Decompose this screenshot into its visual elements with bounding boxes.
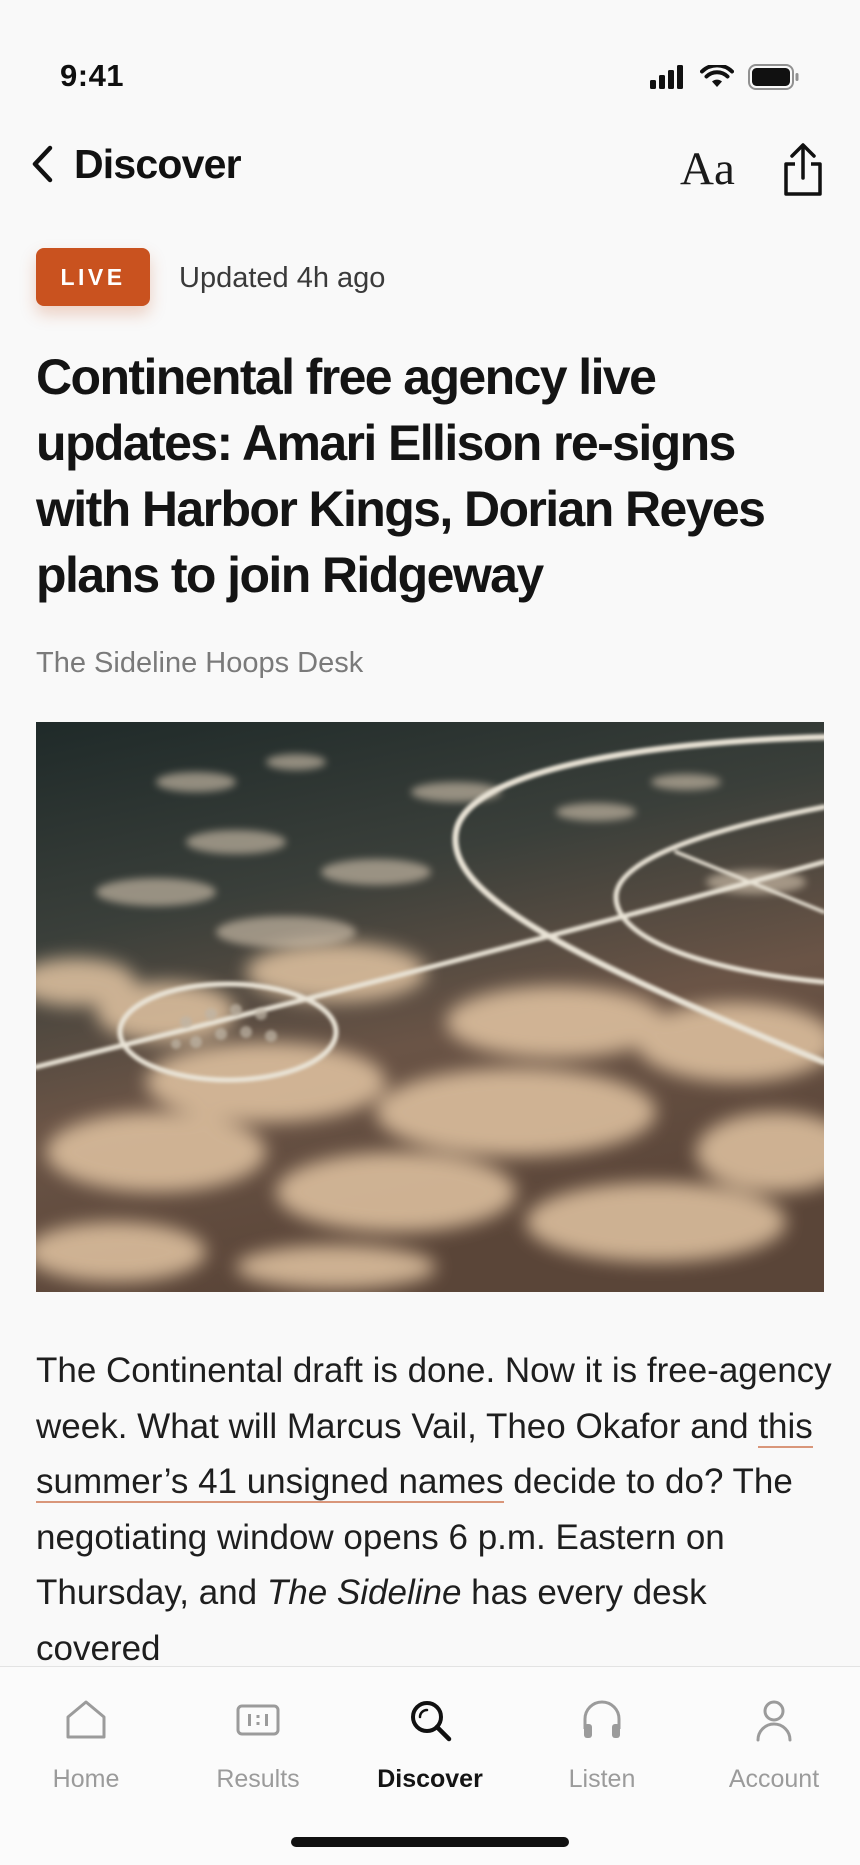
article-headline: Continental free agency live updates: Am… [36, 349, 766, 603]
wifi-icon [700, 65, 734, 87]
live-badge: LIVE [36, 248, 150, 306]
tab-label: Discover [377, 1765, 483, 1793]
tab-label: Results [216, 1765, 300, 1793]
home-indicator[interactable] [291, 1837, 569, 1847]
article-byline: The Sideline Hoops Desk [36, 647, 364, 679]
tab-bar: Home Results Discover Listen Account [0, 1666, 860, 1865]
person-icon [688, 1693, 860, 1747]
chevron-left-icon [30, 140, 64, 188]
tab-account[interactable]: Account [688, 1693, 860, 1794]
tab-discover[interactable]: Discover [344, 1693, 516, 1794]
search-icon [344, 1693, 516, 1747]
status-bar: 9:41 [0, 0, 860, 120]
tab-home[interactable]: Home [0, 1693, 172, 1794]
tab-label: Home [52, 1765, 120, 1793]
share-icon[interactable] [778, 140, 828, 200]
tab-label: Account [728, 1765, 820, 1793]
tab-results[interactable]: Results [172, 1693, 344, 1794]
back-label: Discover [74, 140, 242, 187]
article-body: The Continental draft is done. Now it is… [36, 1343, 836, 1676]
updated-timestamp: Updated 4h ago [179, 262, 386, 294]
scoreboard-icon [172, 1693, 344, 1747]
back-button[interactable]: Discover [30, 140, 242, 188]
publication-name: The Sideline [266, 1573, 462, 1612]
status-time: 9:41 [60, 58, 125, 93]
tab-listen[interactable]: Listen [516, 1693, 688, 1794]
nav-bar: Discover Aa [0, 130, 860, 202]
cellular-signal-icon [650, 65, 683, 89]
body-text: The Continental draft is done. Now it is… [36, 1351, 832, 1446]
status-icons [650, 64, 800, 90]
headphones-icon [516, 1693, 688, 1747]
hero-image [36, 722, 824, 1292]
tab-label: Listen [568, 1765, 636, 1793]
text-size-button[interactable]: Aa [680, 142, 735, 196]
battery-icon [748, 64, 799, 90]
home-icon [0, 1693, 172, 1747]
